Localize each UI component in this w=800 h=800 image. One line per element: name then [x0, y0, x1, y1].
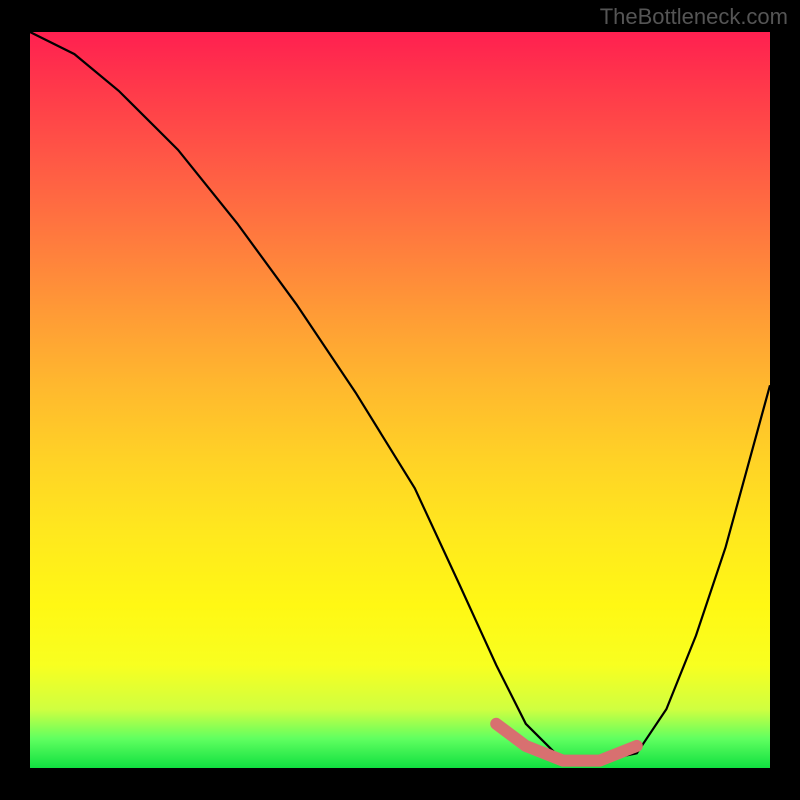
optimal-range-marker: [496, 724, 637, 761]
watermark-text: TheBottleneck.com: [600, 4, 788, 30]
chart-plot-area: [30, 32, 770, 768]
chart-svg: [30, 32, 770, 768]
bottleneck-curve-line: [30, 32, 770, 761]
